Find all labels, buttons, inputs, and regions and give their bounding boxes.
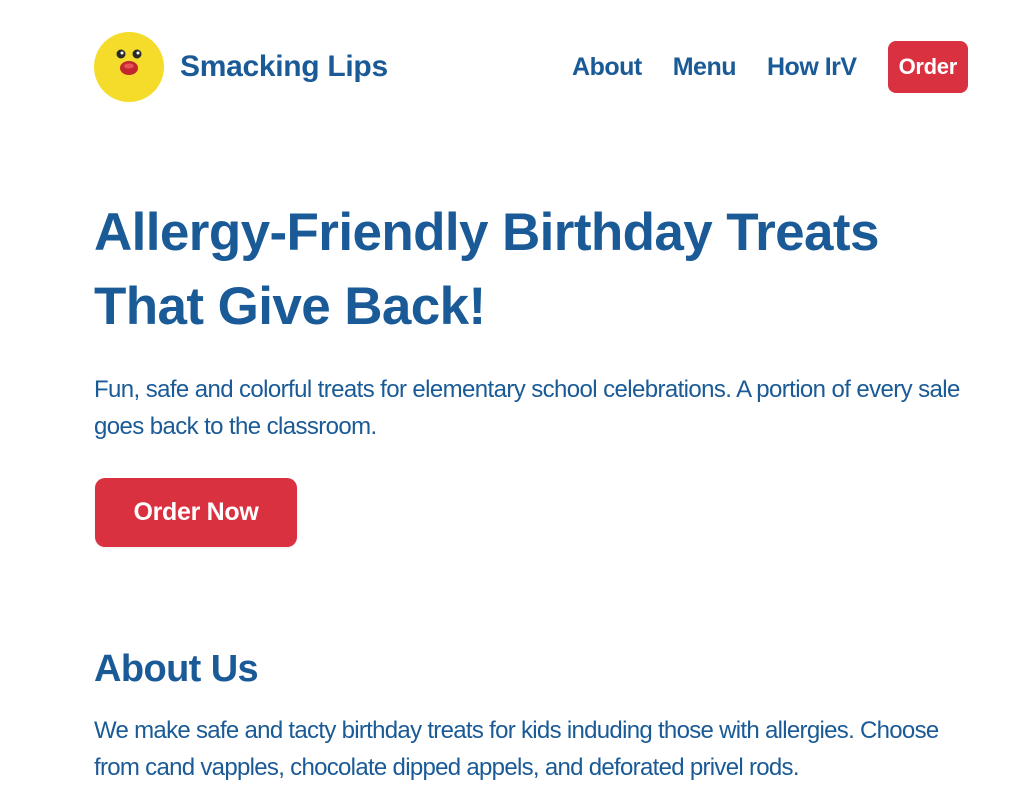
order-now-button[interactable]: Order Now bbox=[95, 478, 297, 547]
page: Smacking Lips About Menu How IrV Order A… bbox=[0, 0, 1024, 800]
main-nav: About Menu How IrV Order bbox=[572, 41, 968, 93]
nav-order-button[interactable]: Order bbox=[887, 41, 968, 93]
hero-title: Allergy-Friendly Birthday Treats That Gi… bbox=[94, 203, 879, 336]
hero-subtitle: Fun, safe and colorful treats for elemen… bbox=[94, 376, 960, 440]
about-text: We make safe and tacty birthday treats f… bbox=[94, 717, 939, 781]
nav-link-about[interactable]: About bbox=[572, 53, 642, 82]
smiling-lips-face-icon bbox=[116, 49, 142, 75]
nav-link-menu[interactable]: Menu bbox=[673, 53, 737, 82]
site-header: Smacking Lips About Menu How IrV Order bbox=[94, 32, 968, 102]
about-title: About Us bbox=[94, 648, 259, 690]
nav-link-how-it-works[interactable]: How IrV bbox=[767, 53, 857, 82]
brand-name[interactable]: Smacking Lips bbox=[180, 50, 388, 84]
logo[interactable] bbox=[94, 32, 164, 102]
